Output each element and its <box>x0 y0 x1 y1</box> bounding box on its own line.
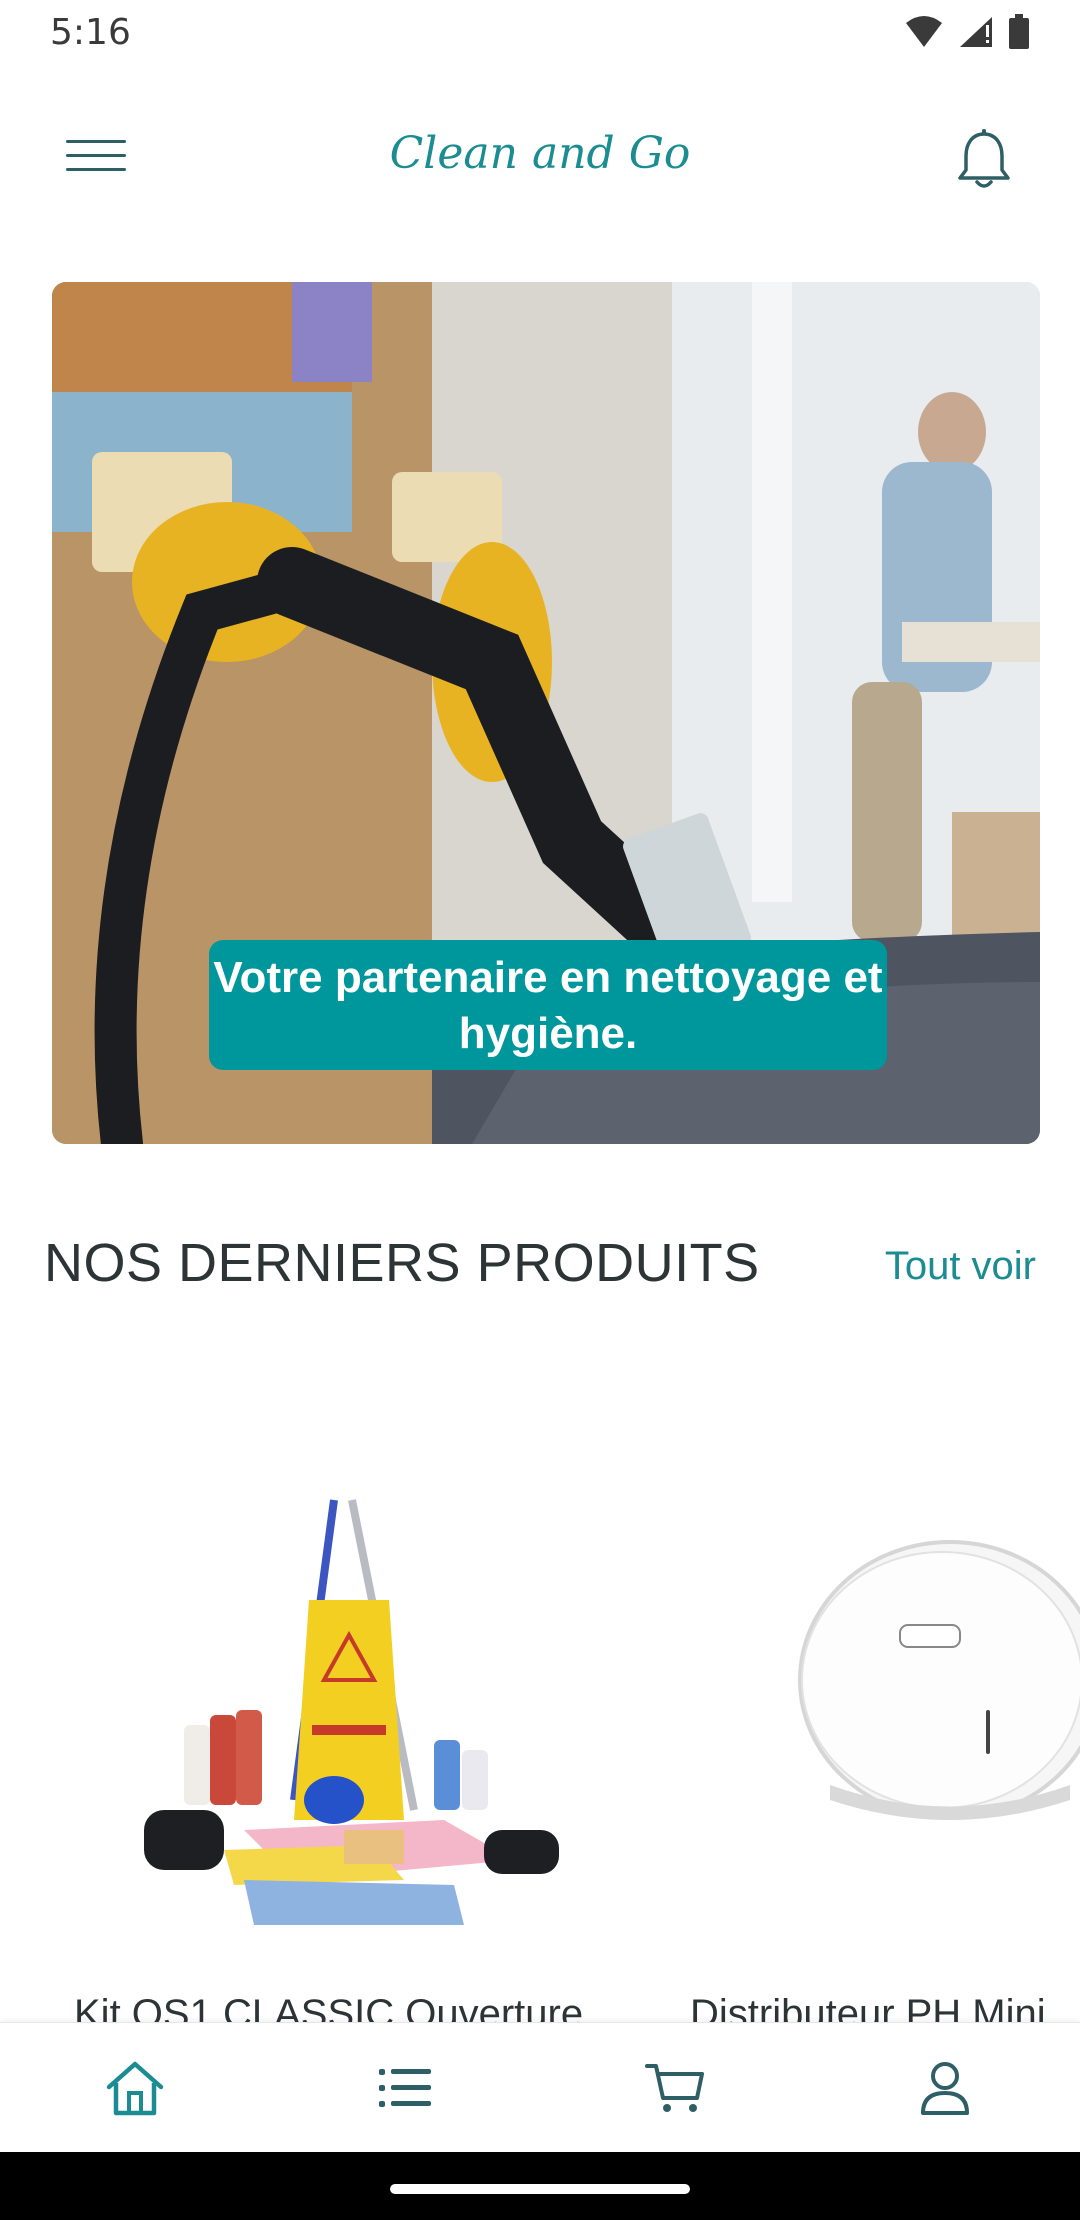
app-screen: 5:16 Clean and Go Votre partenaire en ne… <box>0 0 1080 2220</box>
status-icons <box>904 14 1030 50</box>
home-icon <box>106 2061 164 2115</box>
hero-caption: Votre partenaire en nettoyage et hygiène… <box>209 940 887 1070</box>
nav-home[interactable] <box>0 2023 270 2152</box>
nav-catalog[interactable] <box>270 2023 540 2152</box>
nav-account[interactable] <box>810 2023 1080 2152</box>
product-image <box>44 1380 634 1980</box>
nav-cart[interactable] <box>540 2023 810 2152</box>
product-card[interactable]: Distributeur PH Mini <box>660 1380 1080 2036</box>
signal-icon <box>960 17 992 47</box>
cart-icon <box>645 2063 704 2112</box>
hero-banner[interactable]: Votre partenaire en nettoyage et hygiène… <box>52 282 1040 1144</box>
section-title: NOS DERNIERS PRODUITS <box>44 1233 760 1293</box>
user-icon <box>921 2061 969 2115</box>
wifi-icon <box>906 16 942 47</box>
status-time: 5:16 <box>50 12 131 53</box>
bottom-navigation <box>0 2022 1080 2152</box>
status-bar: 5:16 <box>0 0 1080 68</box>
battery-icon <box>1009 14 1029 49</box>
list-icon <box>379 2068 431 2107</box>
product-card[interactable]: Kit OS1 CLASSIC Ouverture <box>44 1380 634 2036</box>
home-gesture-pill[interactable] <box>390 2184 690 2194</box>
see-all-link[interactable]: Tout voir <box>885 1244 1036 1289</box>
system-gesture-bar <box>0 2152 1080 2220</box>
bell-icon[interactable] <box>954 128 1014 192</box>
app-header: Clean and Go <box>0 110 1080 210</box>
app-title: Clean and Go <box>389 128 691 179</box>
product-image <box>660 1380 1080 1980</box>
